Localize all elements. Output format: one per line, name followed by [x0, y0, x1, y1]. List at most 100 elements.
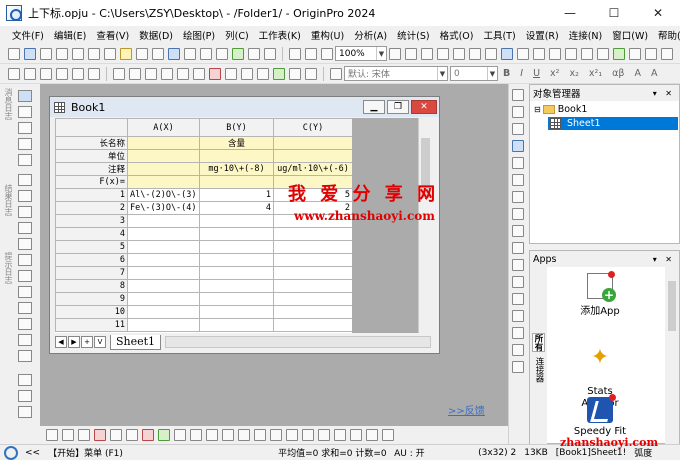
menu-data[interactable]: 数据(D) — [135, 28, 179, 42]
bookmark-icon[interactable] — [549, 47, 561, 60]
learning-center-icon[interactable] — [581, 47, 593, 60]
export-icon[interactable] — [405, 47, 417, 60]
menu-analysis[interactable]: 分析(A) — [350, 28, 393, 42]
insert-graph-icon[interactable] — [18, 334, 32, 346]
histogram-icon[interactable] — [512, 293, 524, 305]
cut-icon[interactable] — [40, 67, 52, 80]
fill-color-icon[interactable] — [94, 429, 106, 441]
box-chart-icon[interactable] — [512, 276, 524, 288]
help-icon[interactable] — [629, 47, 641, 60]
decrease-font-button[interactable]: A — [651, 68, 658, 79]
new-graph-icon[interactable] — [40, 47, 52, 60]
menu-reshape[interactable]: 重构(U) — [307, 28, 350, 42]
data-cell[interactable] — [199, 318, 274, 332]
bold-button[interactable]: B — [503, 68, 510, 79]
surface-plot-icon[interactable] — [512, 225, 524, 237]
data-cell[interactable] — [199, 279, 274, 293]
pointer-tool-icon[interactable] — [18, 90, 32, 102]
workbook-restore-button[interactable]: ❐ — [387, 100, 409, 114]
pattern-icon[interactable] — [158, 429, 170, 441]
gradient-icon[interactable] — [190, 429, 202, 441]
minimize-button[interactable]: — — [548, 0, 592, 26]
set-column-values-icon[interactable] — [129, 67, 141, 80]
maximize-button[interactable]: ☐ — [592, 0, 636, 26]
clear-icon[interactable] — [88, 67, 100, 80]
app-speedy-fit[interactable]: Speedy Fit — [550, 394, 650, 437]
horizontal-scrollbar[interactable] — [165, 336, 431, 348]
symbol-shape-icon[interactable] — [110, 429, 122, 441]
vertical-scrollbar[interactable] — [418, 118, 431, 333]
add-sheet-button[interactable]: + — [81, 336, 93, 348]
row-number[interactable]: 11 — [55, 318, 128, 332]
status-start-menu[interactable]: 【开始】菜单 (F1) — [44, 446, 274, 459]
row-number[interactable]: 4 — [55, 227, 128, 241]
status-arrows[interactable]: << — [21, 448, 44, 458]
recalculate-icon[interactable] — [289, 47, 301, 60]
paste-icon[interactable] — [72, 67, 84, 80]
group-icon[interactable] — [206, 429, 218, 441]
zoom-pan-tool-icon[interactable] — [18, 106, 32, 118]
increase-font-button[interactable]: A — [634, 68, 641, 79]
import-csv-icon[interactable] — [232, 47, 244, 60]
data-cell[interactable] — [199, 266, 274, 280]
row-number[interactable]: 7 — [55, 266, 128, 280]
region-select-icon[interactable] — [18, 206, 32, 218]
row-label[interactable]: 长名称 — [55, 136, 128, 150]
menu-connectivity[interactable]: 连接(N) — [565, 28, 609, 42]
column-plot-icon[interactable] — [512, 140, 524, 152]
line-symbol-icon[interactable] — [512, 123, 524, 135]
ungroup-icon[interactable] — [222, 429, 234, 441]
workbook-close-button[interactable]: ✕ — [411, 100, 437, 114]
data-cell[interactable] — [199, 253, 274, 267]
gear-icon[interactable] — [645, 47, 657, 60]
sort-icon[interactable] — [145, 67, 157, 80]
open-icon[interactable] — [120, 47, 132, 60]
row-number[interactable]: 6 — [55, 253, 128, 267]
data-filter-icon[interactable] — [289, 67, 301, 80]
new-function-icon[interactable] — [72, 47, 84, 60]
column-header[interactable]: A(X) — [127, 118, 200, 137]
data-cell[interactable] — [127, 240, 200, 254]
align-right-icon[interactable] — [286, 429, 298, 441]
data-cell[interactable] — [199, 227, 274, 241]
mask-tool-icon[interactable] — [18, 222, 32, 234]
align-left-icon[interactable] — [270, 429, 282, 441]
data-cell[interactable] — [273, 240, 353, 254]
crosshair-tool-icon[interactable] — [18, 138, 32, 150]
text-tool-icon[interactable] — [330, 67, 342, 80]
row-label[interactable]: 注释 — [55, 162, 128, 176]
vertical-align-icon[interactable] — [334, 429, 346, 441]
line-tool-icon[interactable] — [18, 270, 32, 282]
align-top-icon[interactable] — [302, 429, 314, 441]
copy-page-icon[interactable] — [421, 47, 433, 60]
close-button[interactable]: ✕ — [636, 0, 680, 26]
line-style-icon[interactable] — [46, 429, 58, 441]
line-width-icon[interactable] — [62, 429, 74, 441]
feedback-link[interactable]: >>反馈 — [448, 402, 485, 417]
new-workbook-icon[interactable] — [24, 47, 36, 60]
project-explorer-icon[interactable] — [437, 47, 449, 60]
data-cell[interactable] — [273, 266, 353, 280]
row-number[interactable]: 8 — [55, 279, 128, 293]
uniform-width-icon[interactable] — [366, 429, 378, 441]
superscript-button[interactable]: x² — [550, 68, 559, 79]
row-label[interactable]: 单位 — [55, 149, 128, 163]
data-cell[interactable] — [273, 318, 353, 332]
data-cell[interactable]: Al\-(2)O\-(3) — [127, 188, 200, 202]
scrollbar-thumb[interactable] — [668, 281, 676, 331]
redo-icon[interactable] — [24, 67, 36, 80]
corner-cell[interactable] — [55, 118, 128, 137]
workbook-title-bar[interactable]: Book1 ▁ ❐ ✕ — [50, 97, 439, 117]
data-cell[interactable] — [199, 305, 274, 319]
front-icon[interactable] — [238, 429, 250, 441]
layer-tool-icon[interactable] — [18, 374, 32, 386]
refresh-icon[interactable] — [321, 47, 333, 60]
meta-cell[interactable] — [199, 149, 274, 163]
pattern-color-icon[interactable] — [174, 429, 186, 441]
collapse-icon[interactable]: ⊟ — [534, 105, 541, 114]
screen-reader-icon[interactable] — [18, 154, 32, 166]
disregard-icon[interactable] — [241, 67, 253, 80]
search-icon[interactable] — [4, 445, 18, 460]
app-center-icon[interactable] — [597, 47, 609, 60]
data-cell[interactable]: 1 — [199, 188, 274, 202]
